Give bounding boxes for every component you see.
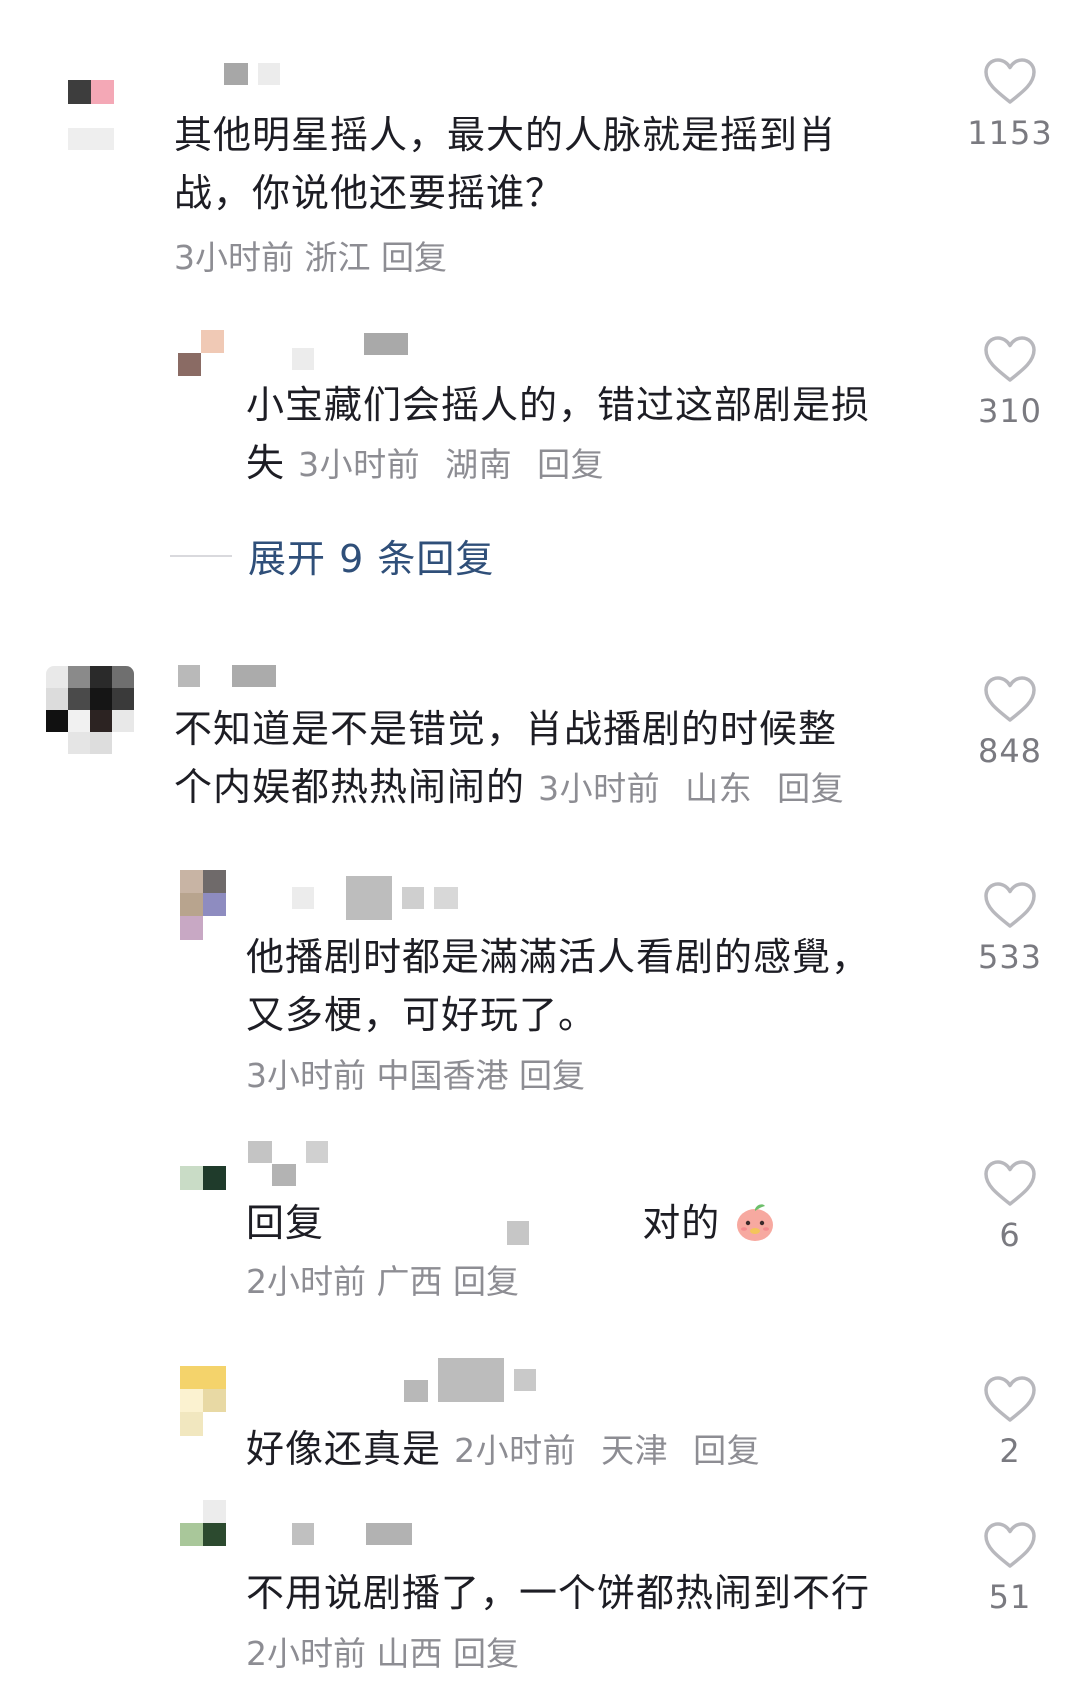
reply-button[interactable]: 回复 <box>519 1056 585 1095</box>
comment-time: 2小时前 <box>246 1262 366 1301</box>
comment-text: 他播剧时都是滿滿活人看剧的感覺， 又多梗，可好玩了。 <box>246 928 926 1044</box>
comment-meta: 3小时前 浙江 回复 <box>174 236 447 280</box>
reply-prefix: 回复 <box>246 1201 325 1245</box>
heart-outline-icon <box>984 676 1036 722</box>
reply-button[interactable]: 回复 <box>537 445 604 484</box>
comment-text-line: 失 3小时前 湖南 回复 <box>246 434 926 494</box>
avatar[interactable] <box>46 666 134 754</box>
like-count: 533 <box>977 938 1043 976</box>
avatar[interactable] <box>180 1500 226 1546</box>
comment-meta: 2小时前 广西 回复 <box>246 1260 519 1304</box>
comment-meta: 3小时前 中国香港 回复 <box>246 1054 585 1098</box>
like-count: 6 <box>999 1216 1021 1254</box>
comment-text-line: 不用说剧播了，一个饼都热闹到不行 <box>246 1571 871 1615</box>
heart-outline-icon <box>984 336 1036 382</box>
comment-text-line: 其他明星摇人，最大的人脉就是摇到肖 <box>174 113 838 157</box>
reply-button[interactable]: 回复 <box>693 1431 760 1470</box>
like-count: 2 <box>999 1432 1021 1470</box>
comment-text-line: 不知道是不是错觉，肖战播剧的时候整 <box>174 707 838 751</box>
like-button[interactable]: 533 <box>955 880 1065 976</box>
comment-text-tail: 失 <box>246 441 286 485</box>
reply-button[interactable]: 回复 <box>453 1634 519 1673</box>
avatar[interactable] <box>180 1366 226 1436</box>
comment-location: 浙江 <box>304 238 371 277</box>
username-redacted[interactable] <box>292 876 458 920</box>
comment-text-line: 小宝藏们会摇人的，错过这部剧是损 <box>246 383 871 427</box>
comment-location: 天津 <box>601 1431 669 1470</box>
comment-item: 不用说剧播了，一个饼都热闹到不行 2小时前 山西 回复 51 <box>0 1500 1080 1691</box>
comment-text: 好像还真是 2小时前 天津 回复 <box>246 1420 946 1480</box>
like-count: 1153 <box>967 114 1053 152</box>
comment-text-line: 好像还真是 2小时前 天津 回复 <box>246 1420 946 1480</box>
heart-outline-icon <box>984 1522 1036 1568</box>
reply-button[interactable]: 回复 <box>381 238 447 277</box>
comment-text: 不知道是不是错觉，肖战播剧的时候整 个内娱都热热闹闹的 3小时前 山东 回复 <box>174 700 914 818</box>
comment-time: 3小时前 <box>298 445 421 484</box>
comment-text-line: 他播剧时都是滿滿活人看剧的感覺， <box>246 935 871 979</box>
comment-text: 其他明星摇人，最大的人脉就是摇到肖 战，你说他还要摇谁？ <box>174 106 914 222</box>
heart-outline-icon <box>984 1376 1036 1422</box>
username-redacted[interactable] <box>248 1140 328 1186</box>
comment-location: 广西 <box>376 1262 443 1301</box>
comment-time: 3小时前 <box>174 238 294 277</box>
comment-time: 2小时前 <box>454 1431 577 1470</box>
comment-item: 他播剧时都是滿滿活人看剧的感覺， 又多梗，可好玩了。 3小时前 中国香港 回复 … <box>0 866 1080 1106</box>
comment-text: 小宝藏们会摇人的，错过这部剧是损 失 3小时前 湖南 回复 <box>246 376 926 494</box>
like-count: 310 <box>977 392 1043 430</box>
comment-text-line: 战，你说他还要摇谁？ <box>174 171 565 215</box>
heart-outline-icon <box>984 882 1036 928</box>
like-button[interactable]: 848 <box>955 674 1065 770</box>
username-redacted[interactable] <box>178 664 276 688</box>
comment-text: 不用说剧播了，一个饼都热闹到不行 <box>246 1564 946 1622</box>
expand-replies-button[interactable]: 展开 9 条回复 <box>170 528 494 583</box>
username-redacted[interactable] <box>224 62 280 86</box>
heart-outline-icon <box>984 58 1036 104</box>
avatar[interactable] <box>180 870 226 940</box>
comment-meta: 3小时前 湖南 回复 <box>298 445 604 484</box>
comment-text: 回复 对的 <box>246 1194 946 1252</box>
mentioned-username-redacted[interactable] <box>507 1220 530 1245</box>
like-button[interactable]: 2 <box>955 1374 1065 1470</box>
comment-meta: 2小时前 山西 回复 <box>246 1632 519 1676</box>
comment-time: 3小时前 <box>538 769 661 808</box>
divider <box>170 554 232 557</box>
peach-face-emoji <box>737 1204 774 1241</box>
like-button[interactable]: 310 <box>955 334 1065 430</box>
heart-outline-icon <box>984 1160 1036 1206</box>
comment-text-tail: 好像还真是 <box>246 1427 442 1471</box>
avatar[interactable] <box>180 1166 226 1190</box>
avatar[interactable] <box>68 80 114 150</box>
comment-item: 不知道是不是错觉，肖战播剧的时候整 个内娱都热热闹闹的 3小时前 山东 回复 8… <box>0 650 1080 830</box>
comment-item: 小宝藏们会摇人的，错过这部剧是损 失 3小时前 湖南 回复 310 <box>0 300 1080 500</box>
like-button[interactable]: 1153 <box>955 56 1065 152</box>
username-redacted[interactable] <box>292 332 408 370</box>
comment-text-tail: 个内娱都热热闹闹的 <box>174 765 526 809</box>
comment-item: 回复 对的 2小时前 广西 回复 6 <box>0 1136 1080 1326</box>
username-redacted[interactable] <box>404 1358 536 1402</box>
comment-location: 湖南 <box>445 445 513 484</box>
comment-location: 中国香港 <box>376 1056 509 1095</box>
reply-button[interactable]: 回复 <box>453 1262 519 1301</box>
like-count: 848 <box>977 732 1043 770</box>
like-button[interactable]: 6 <box>955 1158 1065 1254</box>
like-count: 51 <box>988 1578 1032 1616</box>
username-redacted[interactable] <box>292 1522 412 1546</box>
like-button[interactable]: 51 <box>955 1520 1065 1616</box>
comment-text-line: 回复 对的 <box>246 1194 946 1252</box>
comment-location: 山西 <box>376 1634 443 1673</box>
reply-button[interactable]: 回复 <box>777 769 844 808</box>
comment-item: 其他明星摇人，最大的人脉就是摇到肖 战，你说他还要摇谁？ 3小时前 浙江 回复 … <box>0 0 1080 277</box>
comment-time: 2小时前 <box>246 1634 366 1673</box>
comment-time: 3小时前 <box>246 1056 366 1095</box>
comment-text-line: 个内娱都热热闹闹的 3小时前 山东 回复 <box>174 758 914 818</box>
comment-item: 好像还真是 2小时前 天津 回复 2 <box>0 1358 1080 1500</box>
comment-meta: 2小时前 天津 回复 <box>454 1431 760 1470</box>
comment-text-line: 又多梗，可好玩了。 <box>246 993 598 1037</box>
comment-meta: 3小时前 山东 回复 <box>538 769 844 808</box>
avatar[interactable] <box>178 330 224 376</box>
expand-replies-label: 展开 9 条回复 <box>248 537 495 581</box>
comment-location: 山东 <box>685 769 753 808</box>
comment-text-tail: 对的 <box>642 1201 721 1245</box>
